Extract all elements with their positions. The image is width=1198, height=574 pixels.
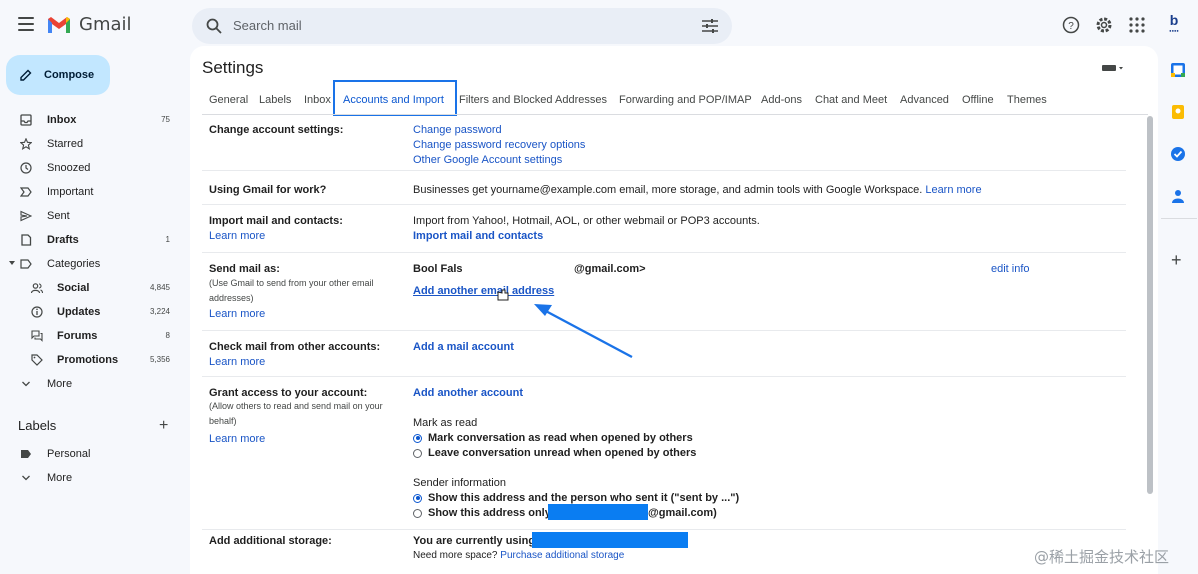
settings-panel: Settings General Labels Inbox Accounts a… (190, 46, 1158, 574)
forum-icon (31, 330, 43, 342)
sidebar-item-important[interactable]: Important (0, 180, 182, 204)
search-icon[interactable] (206, 18, 222, 34)
send-icon (20, 210, 32, 222)
sidebar-item-more[interactable]: More (0, 372, 182, 396)
svg-text:?: ? (1068, 21, 1074, 32)
clock-icon (20, 162, 32, 174)
help-icon[interactable]: ? (1062, 16, 1080, 34)
annotation-arrow (497, 289, 633, 359)
chevron-down-icon (22, 475, 30, 481)
tasks-icon[interactable] (1170, 146, 1186, 162)
side-panel-rail: + (1160, 52, 1198, 574)
compose-label: Compose (44, 69, 95, 81)
sidebar-item-inbox[interactable]: Inbox 75 (0, 108, 182, 132)
rail-divider (1161, 218, 1197, 219)
contacts-icon[interactable] (1170, 188, 1186, 204)
search-input[interactable]: Search mail (233, 18, 302, 33)
calendar-icon[interactable] (1170, 62, 1186, 78)
pencil-icon (20, 69, 32, 81)
star-icon (20, 138, 32, 150)
draft-icon (21, 234, 32, 246)
sidebar-item-updates[interactable]: Updates 3,224 (0, 300, 182, 324)
sidebar-item-drafts[interactable]: Drafts 1 (0, 228, 182, 252)
sidebar-item-forums[interactable]: Forums 8 (0, 324, 182, 348)
label-item-more[interactable]: More (0, 466, 182, 490)
create-label-plus-icon[interactable]: + (159, 417, 168, 435)
main-menu-icon[interactable] (18, 17, 34, 31)
account-avatar[interactable]: b ●●●● (1163, 12, 1185, 40)
chevron-down-icon (22, 381, 30, 387)
info-icon (31, 306, 43, 318)
sidebar-item-promotions[interactable]: Promotions 5,356 (0, 348, 182, 372)
search-bar[interactable]: Search mail (192, 8, 732, 44)
gmail-logo[interactable]: Gmail (47, 14, 132, 35)
sidebar-item-categories[interactable]: Categories (0, 252, 182, 276)
inbox-icon (20, 114, 32, 126)
get-addons-plus-icon[interactable]: + (1171, 250, 1182, 271)
compose-button[interactable]: Compose (6, 55, 110, 95)
sidebar-item-sent[interactable]: Sent (0, 204, 182, 228)
watermark: @稀土掘金技术社区 (1034, 548, 1170, 566)
settings-gear-icon[interactable] (1095, 16, 1113, 34)
search-options-icon[interactable] (702, 19, 718, 33)
gmail-m-icon (48, 16, 70, 33)
important-icon (20, 187, 32, 197)
label-filled-icon (21, 450, 31, 458)
label-icon (20, 259, 32, 269)
top-bar: Gmail Search mail ? b ●●●● (0, 0, 1198, 52)
gmail-logo-text: Gmail (79, 14, 132, 35)
sidebar-item-snoozed[interactable]: Snoozed (0, 156, 182, 180)
label-item-personal[interactable]: Personal (0, 442, 182, 466)
sidebar-item-starred[interactable]: Starred (0, 132, 182, 156)
sidebar-item-social[interactable]: Social 4,845 (0, 276, 182, 300)
tag-icon (31, 354, 43, 366)
apps-grid-icon[interactable] (1128, 16, 1146, 34)
people-icon (31, 283, 43, 294)
sidebar-nav: Inbox 75 Starred Snoozed Important Sent … (0, 108, 182, 396)
keep-icon[interactable] (1170, 104, 1186, 120)
caret-down-icon[interactable] (9, 261, 15, 266)
labels-heading: Labels (18, 418, 57, 433)
